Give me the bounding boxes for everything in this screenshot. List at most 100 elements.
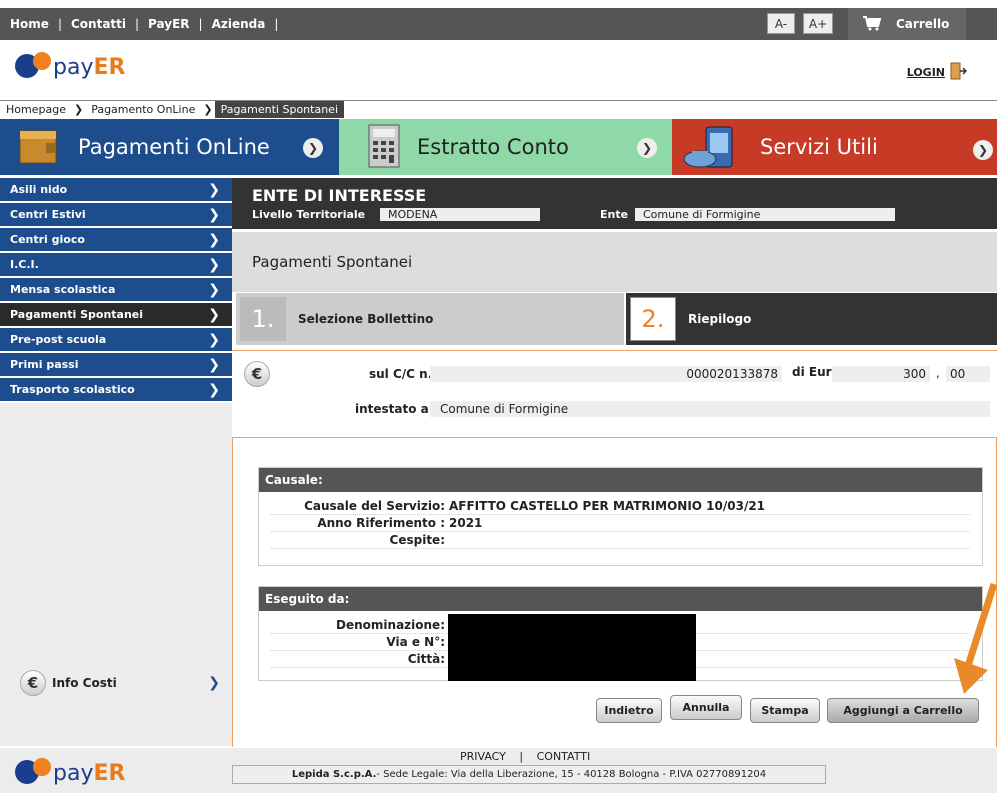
info-costi-label: Info Costi bbox=[52, 676, 117, 690]
sidebar-item-label: Pre-post scuola bbox=[10, 333, 107, 346]
login-link[interactable]: LOGIN bbox=[906, 62, 968, 83]
euro-icon: € bbox=[20, 670, 46, 696]
breadcrumb-homepage[interactable]: Homepage bbox=[0, 101, 72, 118]
sidebar-item-mensa-scolastica[interactable]: Mensa scolastica ❯ bbox=[0, 278, 232, 303]
font-increase-button[interactable]: A+ bbox=[803, 13, 833, 34]
cart-label: Carrello bbox=[896, 17, 950, 31]
step-label: Selezione Bollettino bbox=[298, 312, 434, 326]
euro-integer-field: 300 bbox=[832, 366, 930, 382]
chevron-right-icon: ❯ bbox=[208, 181, 220, 198]
chevron-right-icon: ❯ bbox=[208, 231, 220, 248]
nav-separator: | bbox=[57, 17, 62, 31]
intestato-label: intestato a: bbox=[355, 402, 434, 416]
step-label: Riepilogo bbox=[688, 312, 752, 326]
tab-label: Servizi Utili bbox=[760, 135, 878, 159]
chevron-right-icon: ❯ bbox=[208, 306, 220, 323]
tab-go-icon: ❯ bbox=[973, 140, 993, 160]
nav-payer-link[interactable]: PayER bbox=[148, 17, 189, 31]
tab-label: Estratto Conto bbox=[417, 135, 569, 159]
info-costi-link[interactable]: € Info Costi ❯ bbox=[20, 668, 220, 698]
nav-contatti-link[interactable]: Contatti bbox=[71, 17, 126, 31]
header: payER LOGIN bbox=[0, 42, 997, 96]
aggiungi-carrello-button[interactable]: Aggiungi a Carrello bbox=[827, 698, 979, 723]
row-label: Denominazione: bbox=[336, 618, 445, 632]
tab-go-icon: ❯ bbox=[303, 138, 323, 158]
footer-separator: | bbox=[519, 750, 524, 763]
ente-title: ENTE DI INTERESSE bbox=[252, 186, 427, 205]
step-number: 2. bbox=[630, 297, 676, 341]
cc-label: sul C/C n. bbox=[369, 367, 433, 381]
breadcrumb-pagamenti-spontanei: Pagamenti Spontanei bbox=[214, 101, 345, 118]
euro-decimal-separator: , bbox=[936, 366, 940, 380]
cespite-row: Cespite: bbox=[271, 532, 970, 549]
sidebar-item-centri-estivi[interactable]: Centri Estivi ❯ bbox=[0, 203, 232, 228]
row-label: Via e N°: bbox=[386, 635, 445, 649]
sidebar-item-ici[interactable]: I.C.I. ❯ bbox=[0, 253, 232, 278]
step-number: 1. bbox=[240, 297, 286, 341]
payer-footer-logo: payER bbox=[15, 758, 125, 786]
sidebar-item-label: Asili nido bbox=[10, 183, 68, 196]
chevron-right-icon: ❯ bbox=[208, 256, 220, 273]
login-door-icon bbox=[949, 62, 968, 83]
wallet-icon bbox=[16, 125, 60, 172]
nav-home-link[interactable]: Home bbox=[10, 17, 49, 31]
livello-territoriale-field: MODENA bbox=[380, 208, 540, 221]
sidebar-item-pagamenti-spontanei[interactable]: Pagamenti Spontanei ❯ bbox=[0, 303, 232, 328]
sidebar-item-asili-nido[interactable]: Asili nido ❯ bbox=[0, 178, 232, 203]
stampa-button[interactable]: Stampa bbox=[750, 698, 820, 723]
payer-logo[interactable]: payER bbox=[15, 52, 125, 80]
page-title: Pagamenti Spontanei bbox=[232, 232, 997, 292]
sidebar-item-label: Pagamenti Spontanei bbox=[10, 308, 144, 321]
tab-go-icon: ❯ bbox=[637, 138, 657, 158]
sidebar-item-label: Mensa scolastica bbox=[10, 283, 116, 296]
chevron-right-icon: ❯ bbox=[208, 281, 220, 298]
cart-button[interactable]: Carrello bbox=[848, 8, 966, 40]
footer-links: PRIVACY | CONTATTI bbox=[460, 750, 590, 763]
row-value: AFFITTO CASTELLO PER MATRIMONIO 10/03/21 bbox=[449, 499, 766, 513]
font-decrease-button[interactable]: A- bbox=[767, 13, 795, 34]
payment-summary: € sul C/C n. 000020133878 di Euro 300 , … bbox=[232, 350, 997, 438]
livello-territoriale-label: Livello Territoriale bbox=[252, 208, 366, 221]
step-selezione-bollettino: 1. Selezione Bollettino bbox=[236, 293, 624, 345]
sidebar-item-centri-gioco[interactable]: Centri gioco ❯ bbox=[0, 228, 232, 253]
row-label: Anno Riferimento : bbox=[317, 516, 445, 530]
footer-address: Lepida S.c.p.A. - Sede Legale: Via della… bbox=[232, 765, 826, 784]
tab-estratto-conto[interactable]: Estratto Conto ❯ bbox=[339, 119, 672, 175]
anno-row: Anno Riferimento : 2021 bbox=[271, 515, 970, 532]
row-label: Città: bbox=[407, 652, 445, 666]
cart-icon bbox=[862, 15, 882, 34]
sidebar-item-label: Centri Estivi bbox=[10, 208, 86, 221]
euro-decimal-field: 00 bbox=[946, 366, 990, 382]
row-label: Cespite: bbox=[389, 533, 445, 547]
chevron-right-icon: ❯ bbox=[208, 206, 220, 223]
calculator-icon bbox=[365, 123, 403, 174]
annulla-button[interactable]: Annulla bbox=[670, 695, 742, 720]
breadcrumb: Homepage ❯ Pagamento OnLine ❯ Pagamenti … bbox=[0, 100, 997, 118]
top-nav: Home | Contatti | PayER | Azienda | bbox=[10, 8, 287, 40]
tab-pagamenti-online[interactable]: Pagamenti OnLine ❯ bbox=[0, 119, 339, 175]
sidebar-item-label: Trasporto scolastico bbox=[10, 383, 135, 396]
step-riepilogo: 2. Riepilogo bbox=[626, 293, 997, 345]
privacy-link[interactable]: PRIVACY bbox=[460, 750, 506, 763]
tab-label: Pagamenti OnLine bbox=[78, 135, 270, 159]
chevron-right-icon: ❯ bbox=[208, 675, 220, 691]
chevron-right-icon: ❯ bbox=[208, 381, 220, 398]
sidebar-item-primi-passi[interactable]: Primi passi ❯ bbox=[0, 353, 232, 378]
company-address: - Sede Legale: Via della Liberazione, 15… bbox=[376, 769, 767, 780]
row-label: Causale del Servizio: bbox=[304, 499, 445, 513]
sidebar-item-trasporto-scolastico[interactable]: Trasporto scolastico ❯ bbox=[0, 378, 232, 403]
cc-number-field: 000020133878 bbox=[430, 366, 782, 382]
ente-label: Ente bbox=[600, 208, 629, 221]
login-label: LOGIN bbox=[906, 66, 945, 79]
company-name: Lepida S.c.p.A. bbox=[291, 769, 377, 780]
contatti-footer-link[interactable]: CONTATTI bbox=[537, 750, 591, 763]
top-bar: Home | Contatti | PayER | Azienda | A- A… bbox=[0, 0, 997, 42]
sidebar-item-pre-post-scuola[interactable]: Pre-post scuola ❯ bbox=[0, 328, 232, 353]
tab-servizi-utili[interactable]: Servizi Utili ❯ bbox=[672, 119, 997, 175]
sidebar: Asili nido ❯ Centri Estivi ❯ Centri gioco ❯… bbox=[0, 178, 232, 746]
nav-azienda-link[interactable]: Azienda bbox=[212, 17, 266, 31]
indietro-button[interactable]: Indietro bbox=[596, 698, 662, 723]
breadcrumb-pagamento-online[interactable]: Pagamento OnLine bbox=[85, 101, 201, 118]
causale-row: Causale del Servizio: AFFITTO CASTELLO PE… bbox=[271, 498, 970, 515]
intestato-field: Comune di Formigine bbox=[430, 401, 990, 417]
